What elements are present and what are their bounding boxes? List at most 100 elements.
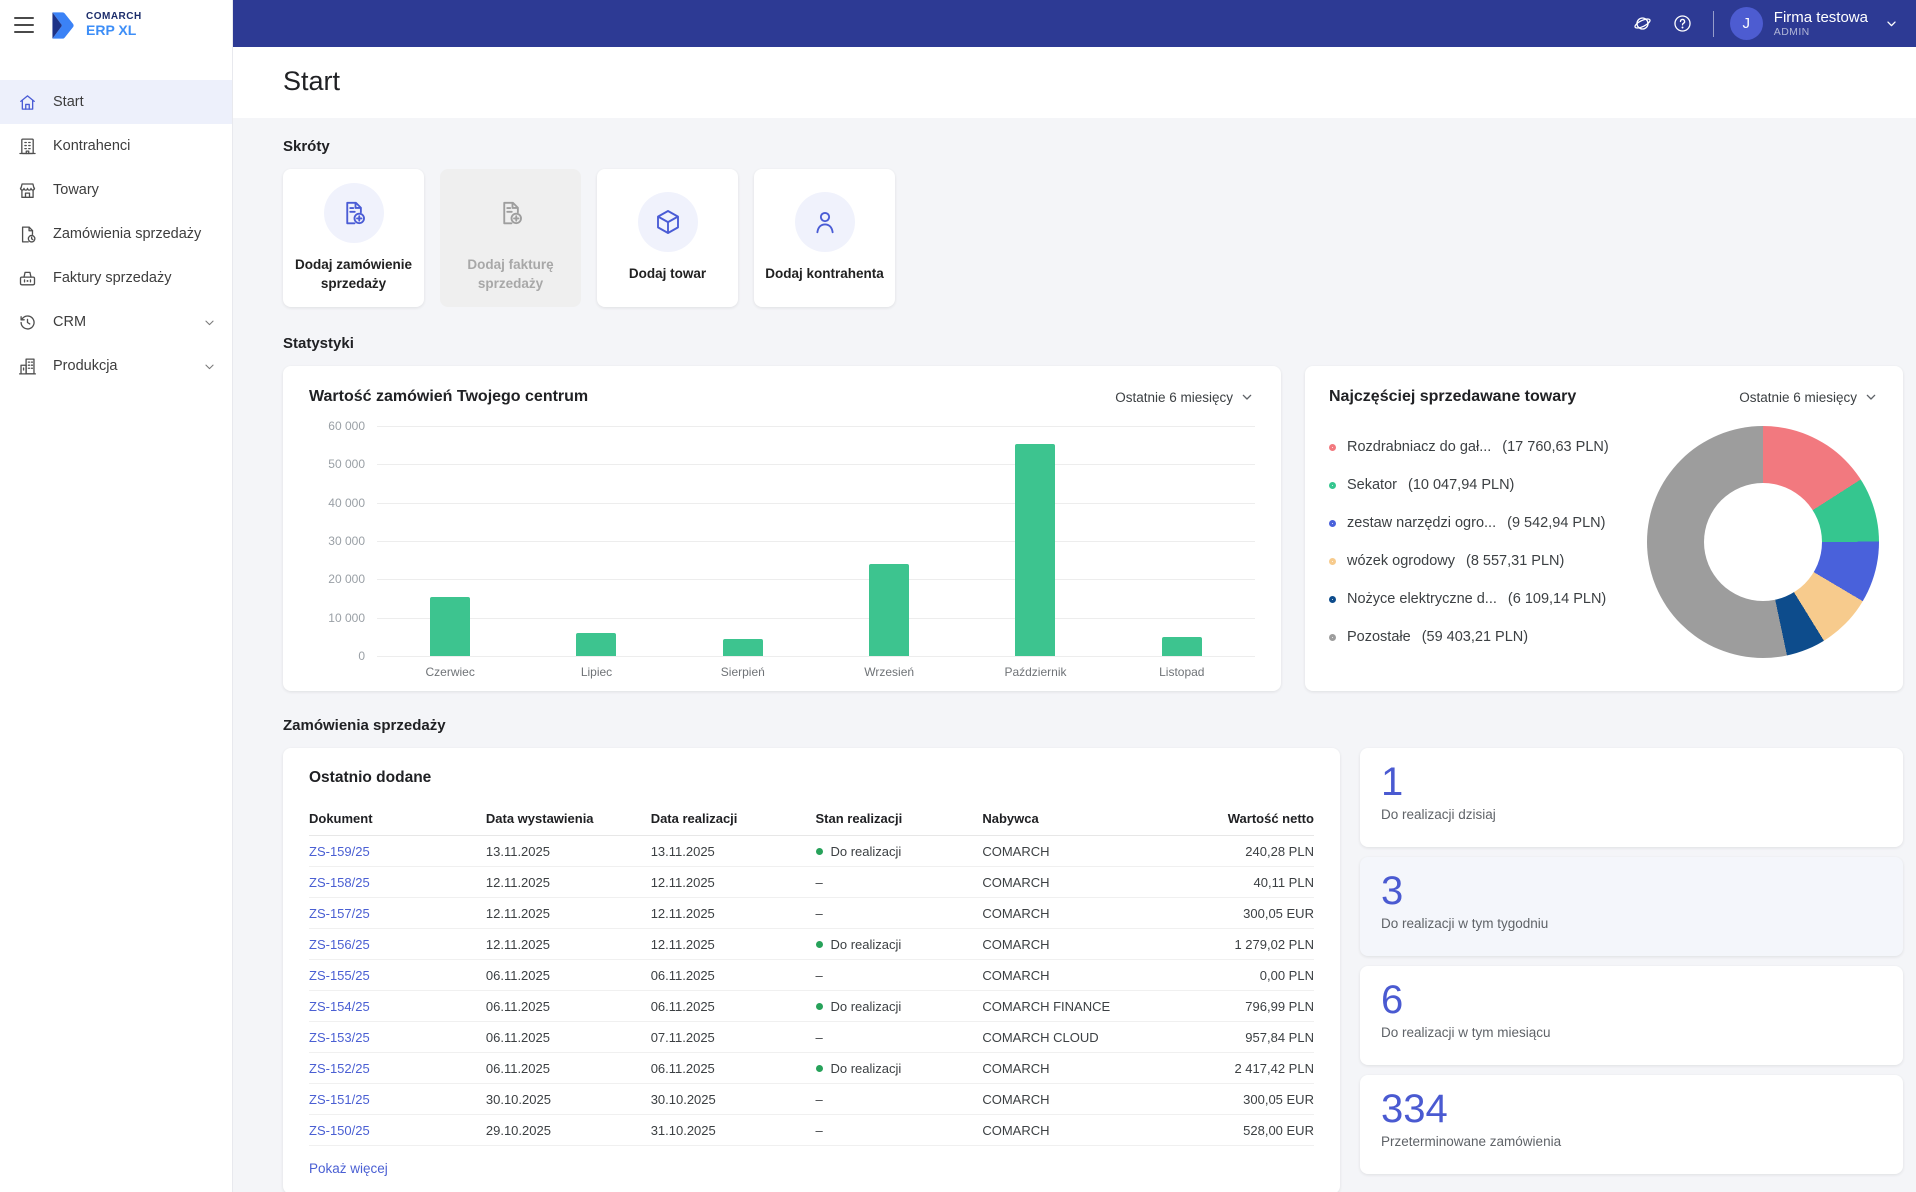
show-more-link[interactable]: Pokaż więcej [309, 1146, 388, 1188]
chevron-down-icon [201, 314, 218, 331]
shortcut-dodaj-towar[interactable]: Dodaj towar [597, 169, 738, 307]
table-row[interactable]: ZS-151/2530.10.202530.10.2025–COMARCH300… [309, 1084, 1314, 1115]
kpi-card-do-realizacji-w-tym-miesi-cu[interactable]: 6Do realizacji w tym miesiącu [1360, 966, 1903, 1065]
sidebar-item-zam-wienia-sprzeda-y[interactable]: Zamówienia sprzedaży [0, 212, 232, 256]
sidebar-item-produkcja[interactable]: Produkcja [0, 344, 232, 388]
document-link[interactable]: ZS-150/25 [309, 1123, 370, 1138]
factory-icon [17, 356, 38, 377]
kpi-value: 1 [1381, 758, 1882, 806]
net-value-cell: 796,99 PLN [1168, 991, 1314, 1022]
buyer-cell: COMARCH [982, 836, 1168, 867]
bar-slot [377, 426, 523, 656]
sidebar-nav: Start Kontrahenci Towary Zamówienia sprzeda… [0, 80, 232, 388]
legend-name: Sekator [1347, 477, 1397, 493]
kpi-value: 334 [1381, 1085, 1882, 1133]
kpi-card-do-realizacji-w-tym-tygodniu[interactable]: 3Do realizacji w tym tygodniu [1360, 857, 1903, 956]
table-row[interactable]: ZS-155/2506.11.202506.11.2025–COMARCH0,0… [309, 960, 1314, 991]
document-link[interactable]: ZS-158/25 [309, 875, 370, 890]
table-row[interactable]: ZS-153/2506.11.202507.11.2025–COMARCH CL… [309, 1022, 1314, 1053]
table-row[interactable]: ZS-150/2529.10.202531.10.2025–COMARCH528… [309, 1115, 1314, 1146]
table-row[interactable]: ZS-158/2512.11.202512.11.2025–COMARCH40,… [309, 867, 1314, 898]
table-header-row: DokumentData wystawieniaData realizacjiS… [309, 802, 1314, 836]
due-date-cell: 12.11.2025 [651, 898, 816, 929]
shortcut-label: Dodaj zamówienie sprzedaży [293, 256, 414, 294]
status-dot-icon [816, 941, 823, 948]
hamburger-menu-icon[interactable] [14, 17, 34, 33]
sidebar-item-label: Start [53, 94, 84, 110]
store-icon [17, 180, 38, 201]
shortcut-dodaj-kontrahenta[interactable]: Dodaj kontrahenta [754, 169, 895, 307]
y-tick-label: 30 000 [328, 534, 365, 548]
legend-item: wózek ogrodowy(8 557,31 PLN) [1329, 553, 1635, 569]
shortcut-icon-bubble [795, 192, 855, 252]
due-date-cell: 06.11.2025 [651, 1053, 816, 1084]
table-row[interactable]: ZS-156/2512.11.202512.11.2025Do realizac… [309, 929, 1314, 960]
document-link[interactable]: ZS-159/25 [309, 844, 370, 859]
document-link[interactable]: ZS-154/25 [309, 999, 370, 1014]
shortcut-label: Dodaj fakturę sprzedaży [450, 256, 571, 294]
orders-chart-range-label: Ostatnie 6 miesięcy [1115, 390, 1233, 405]
orders-chart-title: Wartość zamówień Twojego centrum [309, 388, 588, 406]
document-link[interactable]: ZS-152/25 [309, 1061, 370, 1076]
cash-register-icon [17, 268, 38, 289]
shortcut-dodaj-zam-wienie-sprzeda-y[interactable]: Dodaj zamówienie sprzedaży [283, 169, 424, 307]
help-button[interactable] [1669, 10, 1697, 38]
document-link[interactable]: ZS-156/25 [309, 937, 370, 952]
buyer-cell: COMARCH [982, 1084, 1168, 1115]
due-date-cell: 07.11.2025 [651, 1022, 816, 1053]
bar-slot [1109, 426, 1255, 656]
top-products-card: Najczęściej sprzedawane towary Ostatnie … [1305, 366, 1903, 691]
topbar: J Firma testowa ADMIN [233, 0, 1916, 47]
orders-chart-range-select[interactable]: Ostatnie 6 miesięcy [1115, 389, 1255, 405]
legend-name: Pozostałe [1347, 629, 1411, 645]
kpi-card-do-realizacji-dzisiaj[interactable]: 1Do realizacji dzisiaj [1360, 748, 1903, 847]
logo-product-name: ERP XL [86, 23, 142, 38]
kpi-value: 3 [1381, 867, 1882, 915]
due-date-cell: 13.11.2025 [651, 836, 816, 867]
document-link[interactable]: ZS-151/25 [309, 1092, 370, 1107]
y-tick-label: 10 000 [328, 611, 365, 625]
user-menu[interactable]: J Firma testowa ADMIN [1730, 7, 1900, 40]
chart-bar [723, 639, 763, 656]
sidebar-item-label: Towary [53, 182, 99, 198]
sidebar-item-kontrahenci[interactable]: Kontrahenci [0, 124, 232, 168]
orders-section-label: Zamówienia sprzedaży [283, 717, 1903, 734]
issue-date-cell: 29.10.2025 [486, 1115, 651, 1146]
status-cell: Do realizacji [816, 929, 983, 960]
page-title: Start [283, 66, 1916, 97]
document-link[interactable]: ZS-157/25 [309, 906, 370, 921]
legend-name: Nożyce elektryczne d... [1347, 591, 1497, 607]
table-row[interactable]: ZS-154/2506.11.202506.11.2025Do realizac… [309, 991, 1314, 1022]
table-row[interactable]: ZS-152/2506.11.202506.11.2025Do realizac… [309, 1053, 1314, 1084]
due-date-cell: 06.11.2025 [651, 960, 816, 991]
orders-row: Ostatnio dodane DokumentData wystawienia… [283, 748, 1903, 1192]
column-header: Data wystawienia [486, 802, 651, 836]
table-row[interactable]: ZS-157/2512.11.202512.11.2025–COMARCH300… [309, 898, 1314, 929]
chart-bar [1162, 637, 1202, 656]
net-value-cell: 300,05 EUR [1168, 1084, 1314, 1115]
kpi-card-przeterminowane-zam-wienia[interactable]: 334Przeterminowane zamówienia [1360, 1075, 1903, 1174]
legend-name: Rozdrabniacz do gał... [1347, 439, 1491, 455]
column-header: Data realizacji [651, 802, 816, 836]
table-row[interactable]: ZS-159/2513.11.202513.11.2025Do realizac… [309, 836, 1314, 867]
chevron-down-icon [1863, 389, 1879, 405]
document-cell: ZS-153/25 [309, 1022, 486, 1053]
document-cell: ZS-155/25 [309, 960, 486, 991]
sidebar-item-start[interactable]: Start [0, 80, 232, 124]
apps-globe-icon[interactable] [1629, 10, 1657, 38]
status-text: Do realizacji [831, 937, 902, 952]
chevron-down-icon [1883, 15, 1900, 32]
document-link[interactable]: ZS-153/25 [309, 1030, 370, 1045]
document-link[interactable]: ZS-155/25 [309, 968, 370, 983]
sidebar-item-towary[interactable]: Towary [0, 168, 232, 212]
legend-name: wózek ogrodowy [1347, 553, 1455, 569]
sidebar-item-crm[interactable]: CRM [0, 300, 232, 344]
bar-chart-plot-area [377, 426, 1255, 656]
legend-marker-icon [1329, 596, 1336, 603]
sidebar-item-faktury-sprzeda-y[interactable]: Faktury sprzedaży [0, 256, 232, 300]
due-date-cell: 30.10.2025 [651, 1084, 816, 1115]
orders-kpi-column: 1Do realizacji dzisiaj 3Do realizacji w t… [1360, 748, 1903, 1174]
sidebar-item-label: Zamówienia sprzedaży [53, 226, 201, 242]
top-products-range-select[interactable]: Ostatnie 6 miesięcy [1739, 389, 1879, 405]
net-value-cell: 528,00 EUR [1168, 1115, 1314, 1146]
